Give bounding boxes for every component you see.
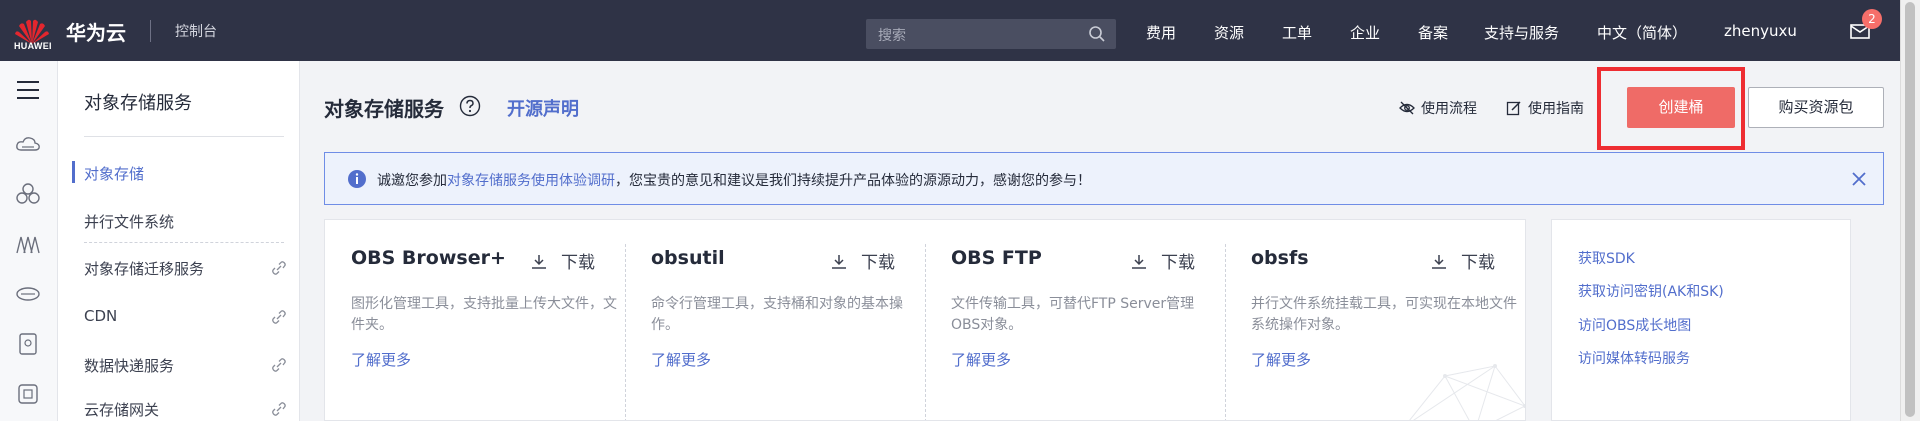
- download-link[interactable]: 下载: [1131, 248, 1195, 273]
- sidebar-item-cdn[interactable]: CDN: [84, 307, 117, 325]
- search-icon[interactable]: [1088, 25, 1106, 43]
- tool-description: 图形化管理工具，支持批量上传大文件，文件夹。: [351, 296, 617, 333]
- tool-item: obsutil 下载 命令行管理工具，支持桶和对象的基本操作。 了解更多: [625, 220, 925, 420]
- learn-more-link[interactable]: 了解更多: [651, 349, 711, 370]
- usage-flow-link[interactable]: 使用流程: [1399, 98, 1477, 118]
- notice-text: 诚邀您参加对象存储服务使用体验调研，您宝贵的意见和建议是我们持续提升产品体验的源…: [377, 170, 1091, 190]
- learn-more-link[interactable]: 了解更多: [351, 349, 411, 370]
- logo-wordmark: HUAWEI: [14, 41, 52, 51]
- brand-divider: [150, 20, 151, 42]
- tools-download-card: OBS Browser+ 下载 图形化管理工具，支持批量上传大文件，文件夹。 了…: [324, 219, 1526, 421]
- external-link-icon: [272, 402, 286, 416]
- database-icon[interactable]: [15, 331, 41, 357]
- nav-billing[interactable]: 费用: [1146, 22, 1176, 43]
- search-input[interactable]: 搜索: [878, 25, 906, 45]
- download-label: 下载: [861, 253, 895, 273]
- active-indicator: [72, 161, 75, 183]
- service-icon-rail: [0, 61, 58, 421]
- download-label: 下载: [1461, 253, 1495, 273]
- sidebar-item-storage-gateway[interactable]: 云存储网关: [84, 399, 159, 420]
- help-icon[interactable]: [459, 95, 481, 117]
- tool-description: 并行文件系统挂载工具，可实现在本地文件系统操作对象。: [1251, 296, 1517, 333]
- download-link[interactable]: 下载: [531, 248, 595, 273]
- survey-link[interactable]: 对象存储服务使用体验调研: [447, 173, 615, 189]
- info-icon: [348, 170, 366, 188]
- eye-icon: [1399, 101, 1415, 115]
- cloud-cluster-icon[interactable]: [15, 181, 41, 207]
- open-source-statement-link[interactable]: 开源声明: [507, 95, 579, 121]
- nav-enterprise[interactable]: 企业: [1350, 22, 1380, 43]
- download-label: 下载: [561, 253, 595, 273]
- download-icon: [532, 255, 546, 269]
- close-icon[interactable]: [1850, 170, 1868, 188]
- page-title: 对象存储服务: [324, 97, 444, 121]
- download-link[interactable]: 下载: [1431, 248, 1495, 273]
- download-icon: [1432, 255, 1446, 269]
- cloud-server-icon[interactable]: [15, 132, 41, 158]
- create-bucket-button[interactable]: 创建桶: [1627, 87, 1735, 128]
- nav-support[interactable]: 支持与服务: [1484, 22, 1559, 43]
- get-sdk-link[interactable]: 获取SDK: [1578, 248, 1635, 268]
- tool-description: 命令行管理工具，支持桶和对象的基本操作。: [651, 296, 903, 333]
- nav-resources[interactable]: 资源: [1214, 22, 1244, 43]
- sidebar-item-parallel-fs[interactable]: 并行文件系统: [84, 211, 174, 232]
- sidebar-item-data-express[interactable]: 数据快递服务: [84, 355, 174, 376]
- sidebar-title: 对象存储服务: [84, 93, 192, 114]
- buy-resource-package-button[interactable]: 购买资源包: [1748, 87, 1884, 128]
- external-link-icon: [272, 358, 286, 372]
- service-sidebar: 对象存储服务 对象存储 并行文件系统 对象存储迁移服务 CDN 数据快递服务 云…: [58, 61, 300, 421]
- tool-name: OBS FTP: [951, 247, 1042, 269]
- sidebar-item-object-storage[interactable]: 对象存储: [84, 163, 144, 184]
- network-decoration-graphic: [1409, 364, 1525, 420]
- nav-tickets[interactable]: 工单: [1282, 22, 1312, 43]
- brand-name[interactable]: 华为云: [66, 17, 126, 46]
- learn-more-link[interactable]: 了解更多: [951, 349, 1011, 370]
- tool-name: obsutil: [651, 247, 725, 269]
- download-icon: [1132, 255, 1146, 269]
- survey-notice-banner: 诚邀您参加对象存储服务使用体验调研，您宝贵的意见和建议是我们持续提升产品体验的源…: [324, 152, 1884, 205]
- quick-links-card: 获取SDK 获取访问密钥(AK和SK) 访问OBS成长地图 访问媒体转码服务: [1551, 219, 1851, 421]
- usage-guide-link[interactable]: 使用指南: [1506, 98, 1584, 118]
- tool-name: obsfs: [1251, 247, 1309, 269]
- edit-doc-icon: [1506, 101, 1521, 116]
- nav-language[interactable]: 中文（简体）: [1597, 22, 1687, 43]
- nav-icp-filing[interactable]: 备案: [1418, 22, 1448, 43]
- sidebar-divider: [84, 136, 284, 137]
- mail-count-badge: 2: [1862, 9, 1882, 29]
- search-box[interactable]: 搜索: [866, 19, 1116, 49]
- menu-icon[interactable]: [15, 77, 41, 103]
- download-link[interactable]: 下载: [831, 248, 895, 273]
- external-link-icon: [272, 261, 286, 275]
- tool-item: OBS FTP 下载 文件传输工具，可替代FTP Server管理OBS对象。 …: [925, 220, 1225, 420]
- notice-suffix: ，您宝贵的意见和建议是我们持续提升产品体验的源源动力，感谢您的参与！: [615, 173, 1091, 189]
- download-icon: [832, 255, 846, 269]
- top-navigation-bar: HUAWEI 华为云 控制台 搜索 费用 资源 工单 企业 备案 支持与服务 中…: [0, 0, 1900, 61]
- media-transcoding-link[interactable]: 访问媒体转码服务: [1578, 348, 1690, 368]
- usage-flow-label: 使用流程: [1421, 101, 1477, 117]
- storage-icon[interactable]: [15, 281, 41, 307]
- scrollbar-thumb[interactable]: [1905, 2, 1915, 417]
- network-icon[interactable]: [15, 231, 41, 257]
- usage-guide-label: 使用指南: [1528, 101, 1584, 117]
- container-icon[interactable]: [15, 381, 41, 407]
- tool-description: 文件传输工具，可替代FTP Server管理OBS对象。: [951, 296, 1195, 333]
- external-link-icon: [272, 310, 286, 324]
- sidebar-dashed-divider: [84, 242, 284, 243]
- download-label: 下载: [1161, 253, 1195, 273]
- nav-username[interactable]: zhenyuxu: [1724, 22, 1797, 40]
- console-link[interactable]: 控制台: [175, 21, 217, 41]
- tool-item: OBS Browser+ 下载 图形化管理工具，支持批量上传大文件，文件夹。 了…: [325, 220, 625, 420]
- sidebar-item-migration[interactable]: 对象存储迁移服务: [84, 258, 204, 279]
- notice-prefix: 诚邀您参加: [377, 173, 447, 189]
- learn-more-link[interactable]: 了解更多: [1251, 349, 1311, 370]
- obs-growth-map-link[interactable]: 访问OBS成长地图: [1578, 315, 1691, 335]
- get-access-keys-link[interactable]: 获取访问密钥(AK和SK): [1578, 281, 1724, 301]
- tool-name: OBS Browser+: [351, 247, 506, 269]
